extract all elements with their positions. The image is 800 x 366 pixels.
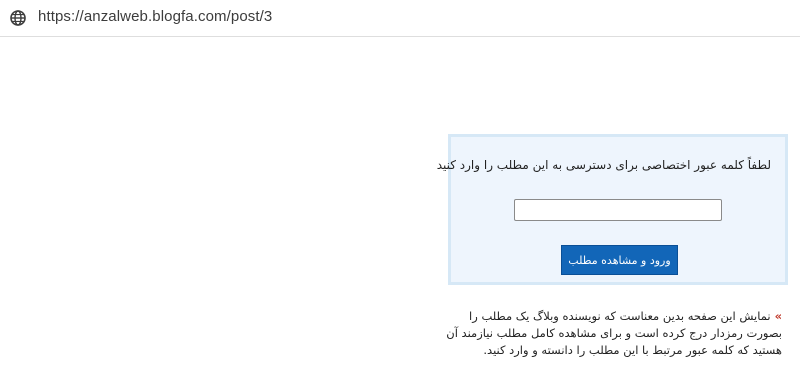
submit-button[interactable]: ورود و مشاهده مطلب <box>561 245 678 275</box>
globe-icon[interactable] <box>10 10 26 26</box>
notice-text: نمایش این صفحه بدین معناست که نویسنده وب… <box>446 309 782 357</box>
url-text[interactable]: https://anzalweb.blogfa.com/post/3 <box>38 8 272 25</box>
password-prompt: لطفاً کلمه عبور اختصاصی برای دسترسی به ا… <box>436 158 771 172</box>
raquo-marker: » <box>774 309 782 323</box>
password-box: لطفاً کلمه عبور اختصاصی برای دسترسی به ا… <box>437 134 788 285</box>
notice-text-block: »نمایش این صفحه بدین معناست که نویسنده و… <box>442 308 782 359</box>
address-bar[interactable]: https://anzalweb.blogfa.com/post/3 <box>0 0 800 37</box>
password-input[interactable] <box>514 199 722 221</box>
page-content: لطفاً کلمه عبور اختصاصی برای دسترسی به ا… <box>0 37 800 366</box>
